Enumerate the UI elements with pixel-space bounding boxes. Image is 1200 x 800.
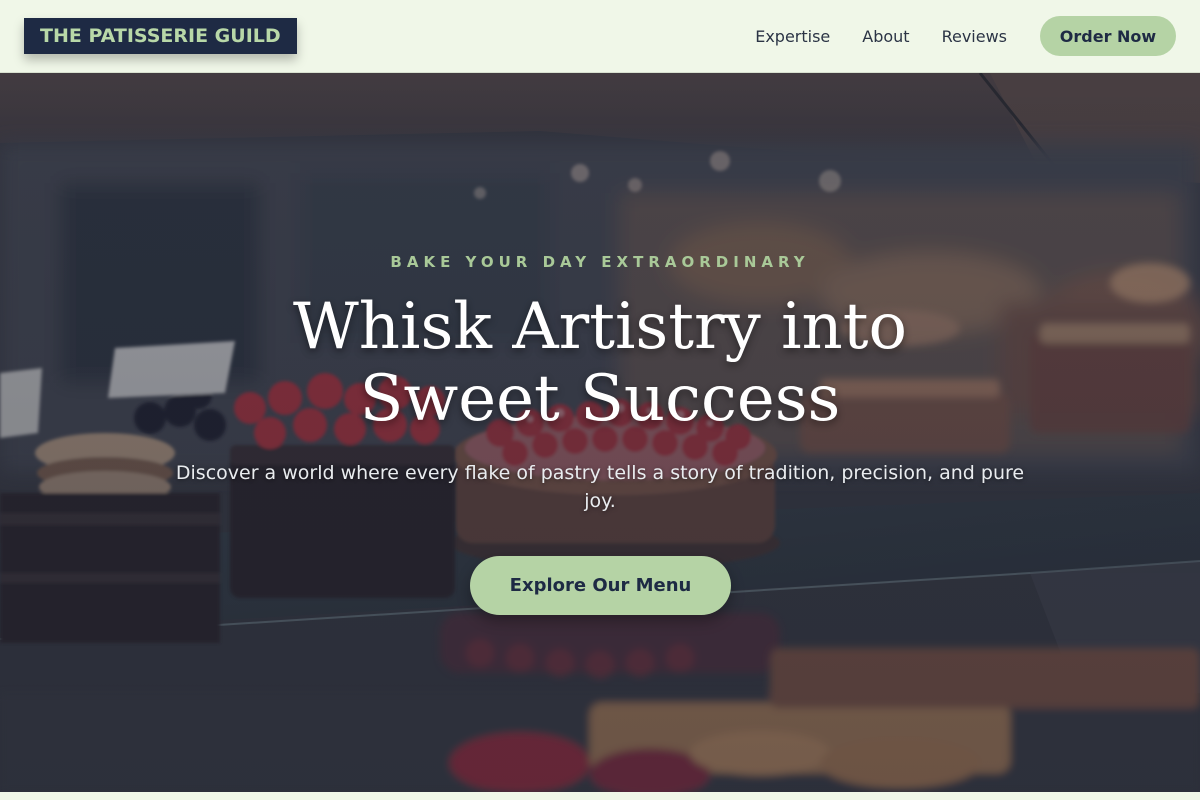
hero-description: Discover a world where every flake of pa… — [175, 462, 1025, 512]
hero-content: BAKE YOUR DAY EXTRAORDINARY Whisk Artist… — [0, 73, 1200, 792]
hero-eyebrow: BAKE YOUR DAY EXTRAORDINARY — [390, 253, 810, 271]
nav-link-expertise[interactable]: Expertise — [755, 27, 830, 46]
order-now-button[interactable]: Order Now — [1040, 16, 1176, 56]
main-nav: Expertise About Reviews Order Now — [755, 16, 1176, 56]
hero-title: Whisk Artistry into Sweet Success — [292, 290, 908, 436]
brand-logo[interactable]: THE PATISSERIE GUILD — [24, 18, 297, 54]
hero-section: BAKE YOUR DAY EXTRAORDINARY Whisk Artist… — [0, 73, 1200, 792]
explore-menu-button[interactable]: Explore Our Menu — [470, 556, 731, 615]
page-bottom-strip — [0, 792, 1200, 800]
nav-link-about[interactable]: About — [862, 27, 909, 46]
top-navbar: THE PATISSERIE GUILD Expertise About Rev… — [0, 0, 1200, 73]
nav-link-reviews[interactable]: Reviews — [942, 27, 1007, 46]
